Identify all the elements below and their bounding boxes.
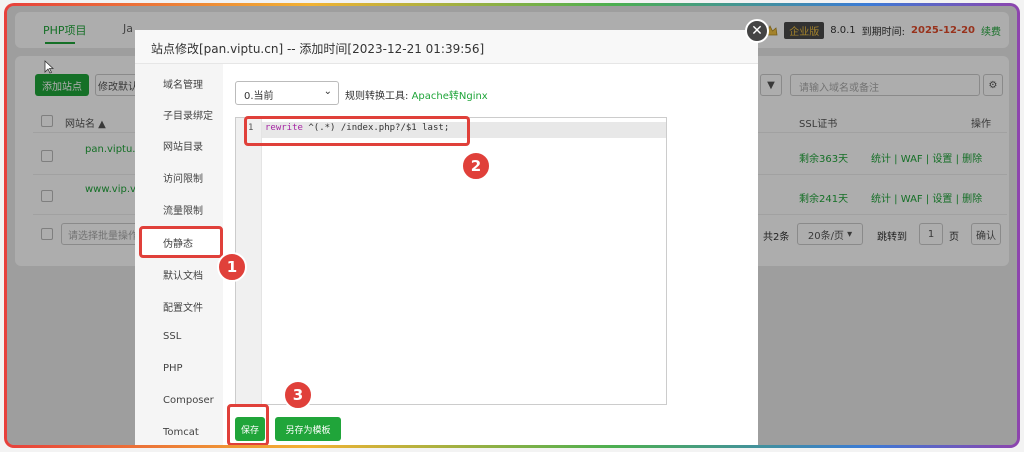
annotation-box-code	[244, 116, 470, 146]
site-edit-modal: 站点修改[pan.viptu.cn] -- 添加时间[2023-12-21 01…	[135, 30, 758, 445]
sidebar-item-site-dir[interactable]: 网站目录	[135, 138, 223, 153]
sidebar-item-config-file[interactable]: 配置文件	[135, 299, 223, 314]
annotation-badge-3: 3	[283, 380, 313, 410]
save-button[interactable]: 保存	[235, 417, 265, 441]
annotation-badge-2: 2	[461, 151, 491, 181]
chevron-down-icon: ⌄	[323, 86, 332, 97]
sidebar-item-rewrite[interactable]: 伪静态	[139, 226, 223, 258]
sidebar-item-tomcat[interactable]: Tomcat	[135, 427, 223, 438]
sidebar-item-subdir[interactable]: 子目录绑定	[135, 107, 223, 122]
sidebar-item-traffic-limit[interactable]: 流量限制	[135, 202, 223, 217]
annotation-badge-1: 1	[217, 252, 247, 282]
select-value: 0.当前	[244, 91, 274, 102]
rule-tool: 规则转换工具: Apache转Nginx	[345, 87, 488, 102]
close-modal-button[interactable]: ✕	[745, 19, 769, 43]
apache-to-nginx-link[interactable]: Apache转Nginx	[412, 91, 488, 102]
rewrite-code-editor[interactable]: 1 rewrite ^(.*) /index.php?/$1 last;	[235, 116, 667, 405]
sidebar-item-php[interactable]: PHP	[135, 363, 223, 374]
modal-sidebar: 域名管理 子目录绑定 网站目录 访问限制 流量限制 伪静态 默认文档 配置文件 …	[135, 64, 223, 445]
sidebar-item-composer[interactable]: Composer	[135, 395, 223, 406]
mouse-cursor-icon	[44, 60, 54, 74]
modal-title: 站点修改[pan.viptu.cn] -- 添加时间[2023-12-21 01…	[135, 30, 758, 64]
sidebar-item-default-doc[interactable]: 默认文档	[135, 267, 223, 282]
rewrite-template-select[interactable]: 0.当前 ⌄	[235, 81, 339, 105]
sidebar-item-ssl[interactable]: SSL	[135, 331, 223, 342]
sidebar-item-domain[interactable]: 域名管理	[135, 76, 223, 91]
sidebar-item-access-limit[interactable]: 访问限制	[135, 170, 223, 185]
window-frame: PHP项目 Ja 企业版 8.0.1 到期时间: 2025-12-20 续费 添…	[4, 3, 1020, 448]
rule-tool-label: 规则转换工具:	[345, 91, 409, 102]
save-as-template-button[interactable]: 另存为模板	[275, 417, 341, 441]
